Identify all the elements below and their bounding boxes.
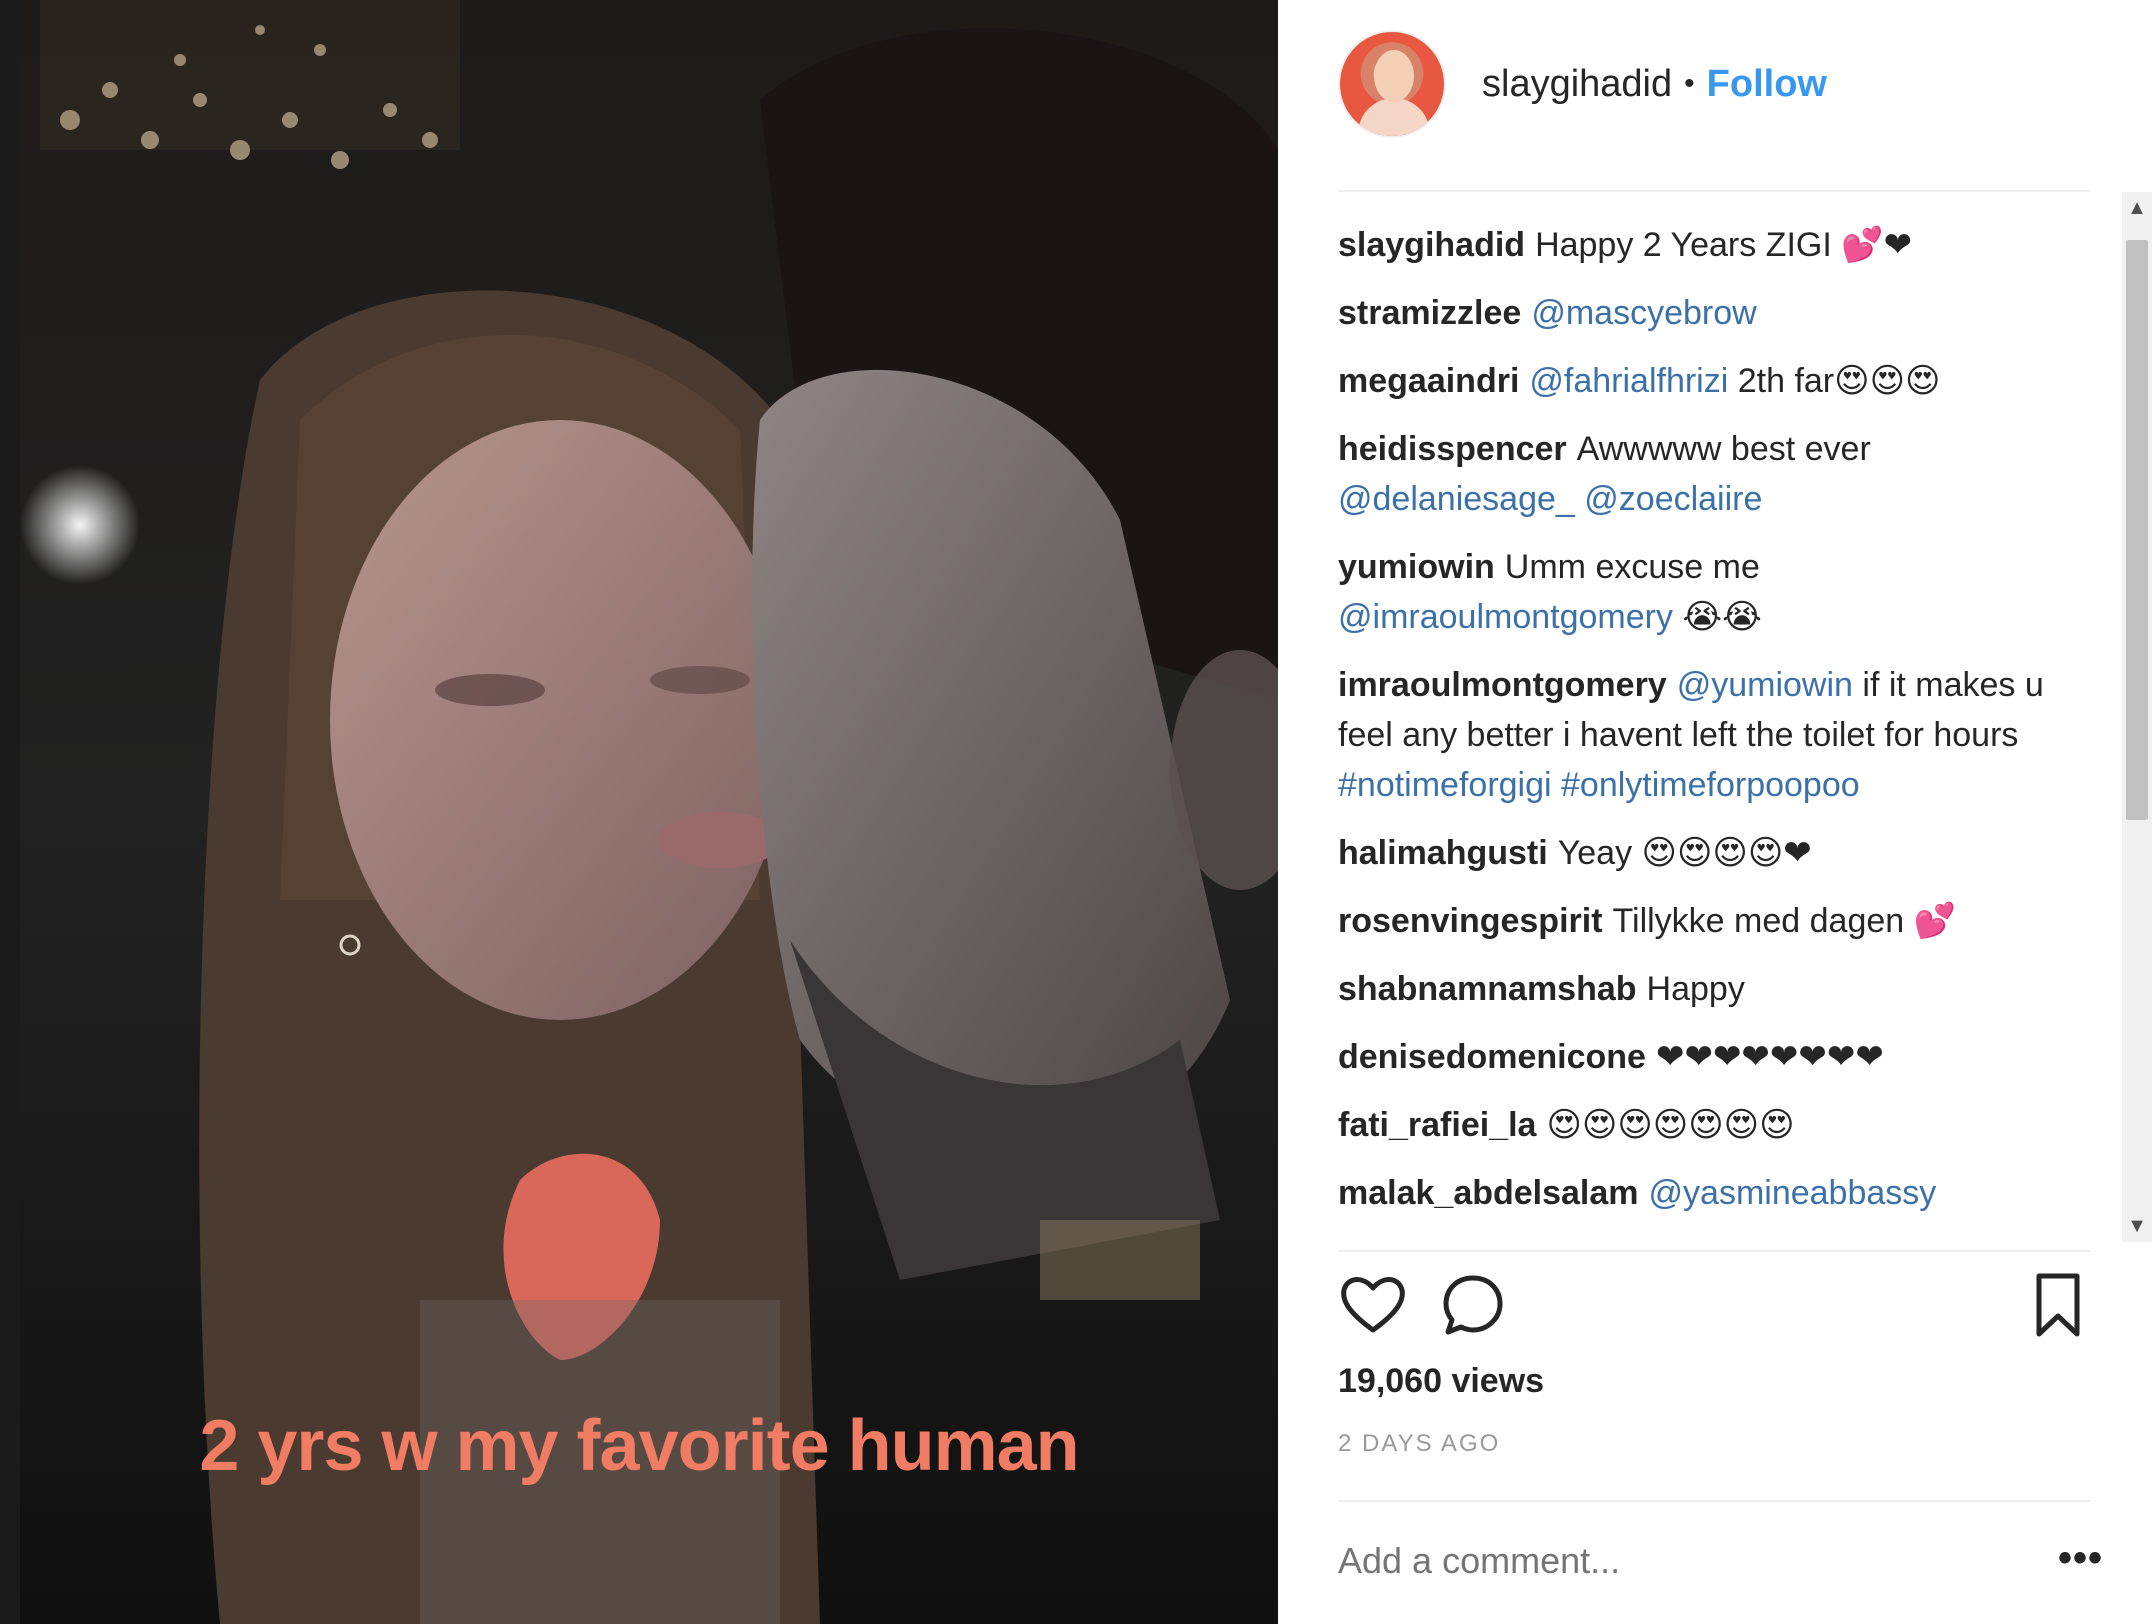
- comment-item: megaaindri @fahrialfhrizi 2th far😍😍😍: [1338, 356, 2090, 406]
- comment-text: [1575, 480, 1584, 518]
- add-comment-input[interactable]: [1338, 1540, 2058, 1582]
- comment-item: malak_abdelsalam @yasmineabbassy: [1338, 1168, 2090, 1218]
- comment-mention-link[interactable]: #notimeforgigi: [1338, 766, 1552, 804]
- footer-divider: [1338, 1500, 2090, 1502]
- comment-text: Tillykke med dagen 💕: [1612, 902, 1956, 940]
- media-caption-overlay: 2 yrs w my favorite human: [199, 1406, 1079, 1486]
- action-bar: [1338, 1270, 2090, 1350]
- comments-list[interactable]: slaygihadid Happy 2 Years ZIGI 💕❤ stramizz…: [1338, 220, 2090, 1240]
- comment-mention-link[interactable]: @zoeclaiire: [1584, 480, 1762, 518]
- follow-button[interactable]: Follow: [1707, 63, 1827, 106]
- comment-text: ❤❤❤❤❤❤❤❤: [1655, 1038, 1884, 1076]
- header-separator: •: [1684, 67, 1695, 100]
- comment-item: halimahgusti Yeay 😍😍😍😍❤: [1338, 828, 2090, 878]
- comment-username[interactable]: malak_abdelsalam: [1338, 1174, 1639, 1212]
- avatar[interactable]: [1338, 30, 1446, 138]
- comments-divider: [1338, 1250, 2090, 1252]
- scroll-down-arrow-icon[interactable]: ▼: [2122, 1210, 2152, 1242]
- bookmark-icon[interactable]: [2023, 1270, 2093, 1340]
- media-left-strip: [0, 0, 20, 1624]
- post-media[interactable]: 2 yrs w my favorite human: [0, 0, 1278, 1624]
- comment-text: Awwwww best ever: [1576, 430, 1871, 468]
- comment-item: denisedomenicone ❤❤❤❤❤❤❤❤: [1338, 1032, 2090, 1082]
- comment-username[interactable]: imraoulmontgomery: [1338, 666, 1667, 704]
- comment-username[interactable]: megaaindri: [1338, 362, 1519, 400]
- comment-item: rosenvingespirit Tillykke med dagen 💕: [1338, 896, 2090, 946]
- comment-username[interactable]: shabnamnamshab: [1338, 970, 1637, 1008]
- comment-mention-link[interactable]: @fahrialfhrizi: [1529, 362, 1728, 400]
- comment-item: slaygihadid Happy 2 Years ZIGI 💕❤: [1338, 220, 2090, 270]
- comment-username[interactable]: slaygihadid: [1338, 226, 1525, 264]
- comment-text: 2th far😍😍😍: [1728, 362, 1941, 400]
- heart-icon[interactable]: [1338, 1270, 1408, 1340]
- comment-item: yumiowin Umm excuse me @imraoulmontgomery…: [1338, 542, 2090, 642]
- comment-item: imraoulmontgomery @yumiowin if it makes u…: [1338, 660, 2090, 810]
- comment-bubble-icon[interactable]: [1438, 1270, 1508, 1340]
- comment-item: fati_rafiei_la 😍😍😍😍😍😍😍: [1338, 1100, 2090, 1150]
- comment-text: [1552, 766, 1561, 804]
- comment-username[interactable]: heidisspencer: [1338, 430, 1567, 468]
- comment-mention-link[interactable]: @yumiowin: [1677, 666, 1853, 704]
- comment-mention-link[interactable]: @imraoulmontgomery: [1338, 598, 1673, 636]
- post-sidebar: slaygihadid • Follow slaygihadid Happy 2 …: [1278, 0, 2152, 1624]
- comment-username[interactable]: fati_rafiei_la: [1338, 1106, 1536, 1144]
- comment-username[interactable]: yumiowin: [1338, 548, 1495, 586]
- views-count: 19,060 views: [1338, 1362, 1545, 1400]
- scroll-thumb[interactable]: [2126, 240, 2148, 820]
- comment-item: shabnamnamshab Happy: [1338, 964, 2090, 1014]
- comment-mention-link[interactable]: @yasmineabbassy: [1649, 1174, 1937, 1212]
- post-header: slaygihadid • Follow: [1338, 28, 1827, 140]
- comment-text: Happy 2 Years ZIGI 💕❤: [1535, 226, 1913, 264]
- comments-scrollbar[interactable]: ▲ ▼: [2122, 192, 2152, 1242]
- comment-username[interactable]: stramizzlee: [1338, 294, 1521, 332]
- author-username[interactable]: slaygihadid: [1482, 63, 1672, 106]
- comment-item: stramizzlee @mascyebrow: [1338, 288, 2090, 338]
- comment-item: heidisspencer Awwwww best ever @delaniesa…: [1338, 424, 2090, 524]
- comment-text: Yeay 😍😍😍😍❤: [1557, 834, 1812, 872]
- scroll-up-arrow-icon[interactable]: ▲: [2122, 192, 2152, 224]
- comment-text: Umm excuse me: [1504, 548, 1760, 586]
- comment-text: 😭😭: [1672, 598, 1762, 636]
- post-photo: [0, 0, 1278, 1624]
- comment-text: Happy: [1646, 970, 1745, 1008]
- comment-username[interactable]: denisedomenicone: [1338, 1038, 1646, 1076]
- comment-text: 😍😍😍😍😍😍😍: [1546, 1106, 1795, 1144]
- comment-mention-link[interactable]: #onlytimeforpoopoo: [1561, 766, 1860, 804]
- comment-mention-link[interactable]: @delaniesage_: [1338, 480, 1575, 518]
- comment-username[interactable]: halimahgusti: [1338, 834, 1548, 872]
- more-options-icon[interactable]: •••: [2058, 1536, 2103, 1581]
- header-divider: [1338, 190, 2090, 192]
- post-timestamp[interactable]: 2 DAYS AGO: [1338, 1430, 1500, 1458]
- comment-username[interactable]: rosenvingespirit: [1338, 902, 1603, 940]
- comment-mention-link[interactable]: @mascyebrow: [1531, 294, 1756, 332]
